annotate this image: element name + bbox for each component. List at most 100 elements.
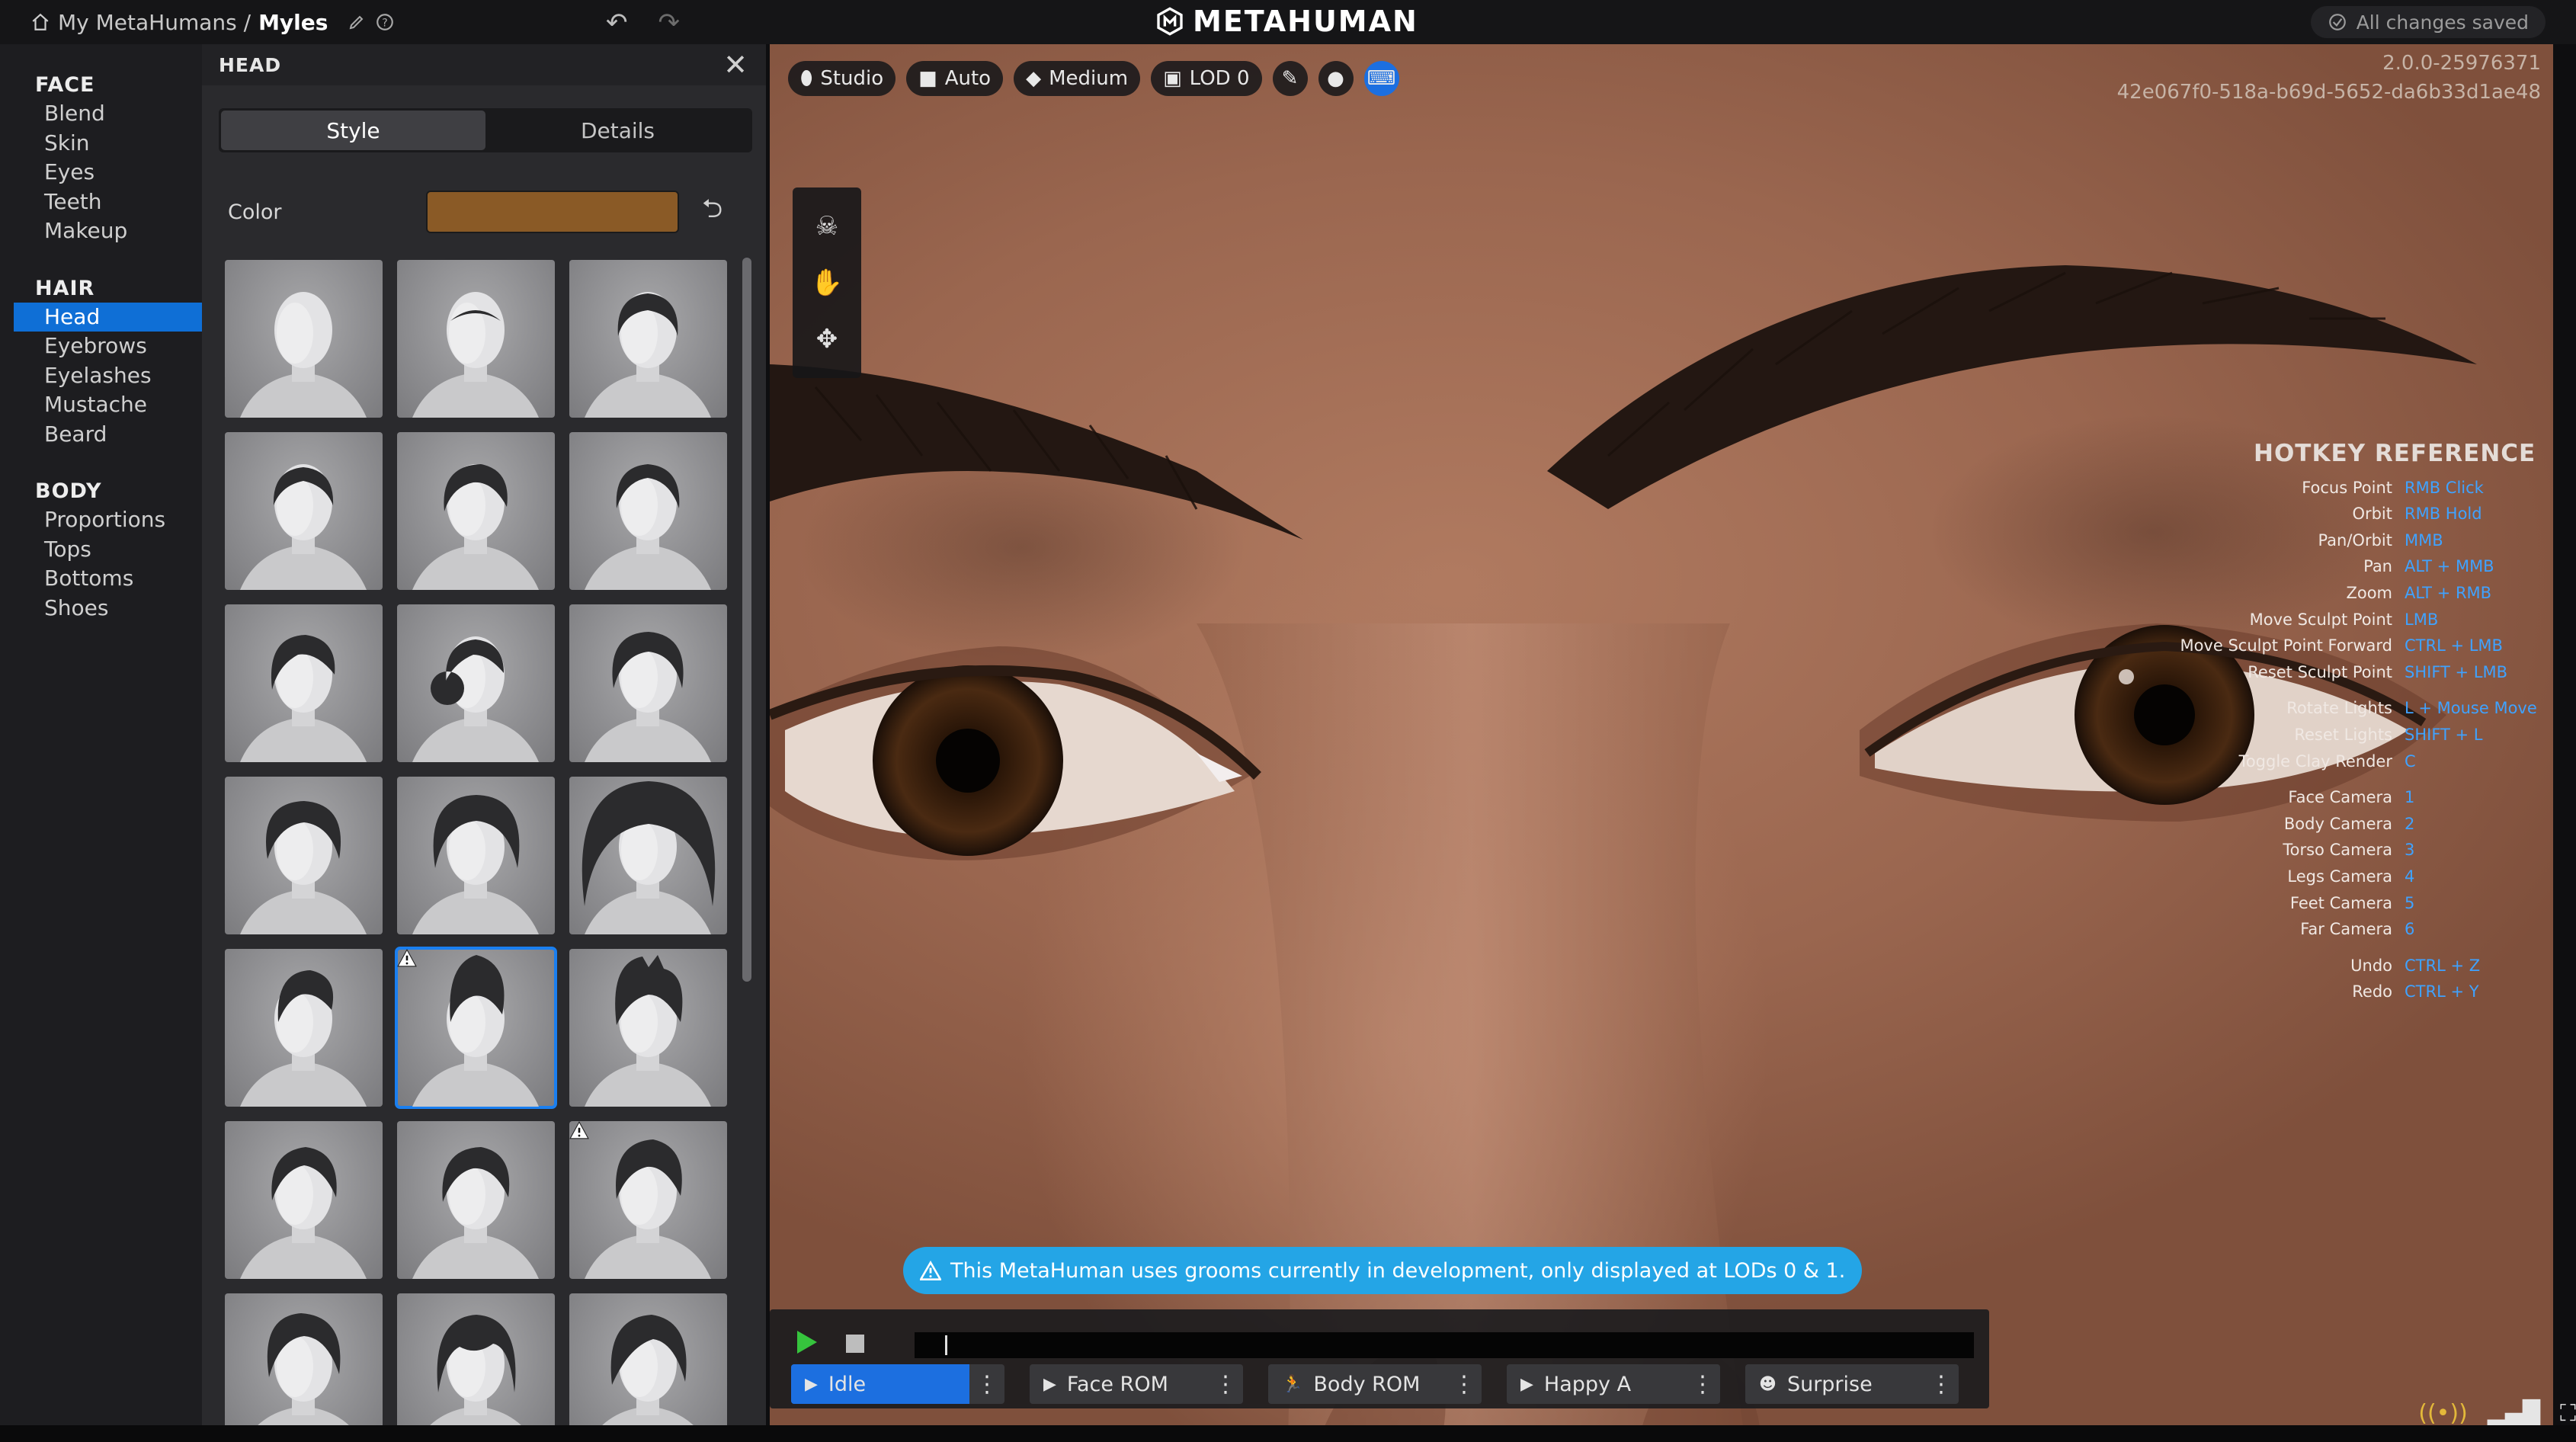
lod-dropdown[interactable]: ▣ LOD 0 [1151, 61, 1262, 96]
animation-preset-button[interactable]: ☻ Surprise [1745, 1364, 1924, 1404]
playhead[interactable] [945, 1335, 947, 1355]
play-icon[interactable] [796, 1329, 819, 1355]
hair-style-tile[interactable] [569, 260, 727, 418]
hair-style-tile[interactable] [225, 260, 383, 418]
animation-preset-face-rom[interactable]: ▶ Face ROM ⋮ [1030, 1364, 1243, 1404]
animation-preset-button[interactable]: ▶ Idle [791, 1364, 969, 1404]
broadcast-icon[interactable]: ((•)) [2418, 1400, 2468, 1427]
animation-preset-happy-a[interactable]: ▶ Happy A ⋮ [1507, 1364, 1720, 1404]
nav-item-head[interactable]: Head [14, 302, 202, 332]
nav-item-eyelashes[interactable]: Eyelashes [0, 361, 202, 391]
nav-item-eyebrows[interactable]: Eyebrows [0, 332, 202, 361]
breadcrumb-root[interactable]: My MetaHumans / [58, 10, 251, 35]
nav-item-bottoms[interactable]: Bottoms [0, 564, 202, 594]
nav-item-eyes[interactable]: Eyes [0, 158, 202, 187]
hair-style-tile[interactable] [397, 260, 555, 418]
more-options-icon[interactable]: ⋮ [1685, 1371, 1720, 1398]
timeline-track[interactable] [915, 1332, 1974, 1358]
animation-preset-button[interactable]: ▶ Face ROM [1030, 1364, 1208, 1404]
nav-item-proportions[interactable]: Proportions [0, 505, 202, 535]
more-options-icon[interactable]: ⋮ [1447, 1371, 1482, 1398]
reset-icon[interactable]: ⮌ [702, 191, 722, 234]
hotkey-row: Rotate Lights L + Mouse Move [2134, 695, 2546, 722]
hair-style-thumbnail [245, 1313, 362, 1442]
hotkey-action: Orbit [2352, 505, 2392, 524]
help-icon[interactable]: ? [375, 12, 395, 32]
stats-icon[interactable]: ▂▄█ [2488, 1400, 2540, 1427]
fullscreen-icon[interactable]: ⛶ [2560, 1400, 2576, 1427]
close-icon[interactable]: ✕ [723, 50, 748, 79]
nav-item-mustache[interactable]: Mustache [0, 390, 202, 420]
lighting-dropdown[interactable]: ⬮ Studio [788, 61, 896, 96]
hair-style-tile[interactable] [569, 777, 727, 934]
skull-icon[interactable]: ☠ [815, 211, 838, 242]
hair-style-tile[interactable] [225, 1121, 383, 1279]
hair-style-tile[interactable] [397, 432, 555, 590]
hair-color-swatch[interactable] [426, 191, 679, 233]
hair-style-tile[interactable] [397, 1121, 555, 1279]
lod-label: LOD 0 [1189, 67, 1250, 90]
animation-preset-surprise[interactable]: ☻ Surprise ⋮ [1745, 1364, 1959, 1404]
home-icon[interactable] [30, 12, 50, 32]
hair-style-tile[interactable] [397, 1293, 555, 1442]
tab-style[interactable]: Style [221, 111, 485, 150]
more-options-icon[interactable]: ⋮ [1924, 1371, 1959, 1398]
sculpt-hand-icon[interactable]: ✋ [811, 268, 843, 298]
hair-style-tile[interactable] [397, 604, 555, 762]
warning-icon [569, 1121, 589, 1139]
hair-style-tile[interactable] [225, 777, 383, 934]
hotkey-action: Feet Camera [2289, 893, 2392, 912]
head-icon: ● [1327, 67, 1344, 90]
nav-item-beard[interactable]: Beard [0, 420, 202, 450]
redo-icon[interactable]: ↷ [658, 8, 681, 38]
animation-preset-button[interactable]: 🏃 Body ROM [1268, 1364, 1447, 1404]
camera-dropdown[interactable]: ■ Auto [906, 61, 1004, 96]
hair-style-tile[interactable] [225, 604, 383, 762]
viewport[interactable]: ⬮ Studio ■ Auto ◆ Medium ▣ LOD 0 ✎ ● ⌨ 2… [770, 44, 2553, 1442]
camera-label: Auto [944, 67, 992, 90]
hair-style-tile[interactable] [569, 1121, 727, 1279]
panel-tabs: Style Details [219, 108, 752, 152]
more-options-icon[interactable]: ⋮ [1208, 1371, 1243, 1398]
nav-item-shoes[interactable]: Shoes [0, 594, 202, 623]
nav-item-tops[interactable]: Tops [0, 535, 202, 565]
hair-style-tile[interactable] [397, 777, 555, 934]
hair-style-tile[interactable] [569, 432, 727, 590]
animation-preset-idle[interactable]: ▶ Idle ⋮ [791, 1364, 1004, 1404]
hair-style-tile[interactable] [225, 949, 383, 1107]
animation-timeline: ▶ Idle ⋮ ▶ Face ROM ⋮ 🏃 Body ROM ⋮ ▶ Happy A ⋮ ☻ Surp… [770, 1309, 1989, 1408]
quality-label: Medium [1049, 67, 1129, 90]
more-options-icon[interactable]: ⋮ [969, 1371, 1004, 1398]
hair-style-tile[interactable] [569, 949, 727, 1107]
quality-dropdown[interactable]: ◆ Medium [1014, 61, 1141, 96]
scrollbar[interactable] [742, 258, 751, 982]
tab-details[interactable]: Details [485, 111, 750, 150]
edit-icon[interactable] [348, 13, 366, 31]
hair-style-tile[interactable] [569, 604, 727, 762]
scrollbar-thumb[interactable] [742, 258, 751, 982]
keyboard-button[interactable]: ⌨ [1363, 61, 1399, 96]
hair-style-tile[interactable] [569, 1293, 727, 1442]
hotkey-key: 3 [2405, 841, 2415, 860]
nav-item-blend[interactable]: Blend [0, 99, 202, 129]
hair-style-tile[interactable] [225, 1293, 383, 1442]
brush-button[interactable]: ✎ [1272, 61, 1308, 96]
nav-item-skin[interactable]: Skin [0, 129, 202, 159]
nav-item-teeth[interactable]: Teeth [0, 187, 202, 217]
undo-icon[interactable]: ↶ [606, 8, 628, 38]
animation-preset-label: Body ROM [1313, 1372, 1421, 1396]
clay-render-button[interactable]: ● [1318, 61, 1354, 96]
animation-preset-body-rom[interactable]: 🏃 Body ROM ⋮ [1268, 1364, 1482, 1404]
animation-preset-button[interactable]: ▶ Happy A [1507, 1364, 1685, 1404]
hotkey-group-gap [2134, 943, 2546, 953]
hair-style-tile[interactable] [395, 947, 557, 1109]
hair-style-thumbnail [240, 1147, 367, 1279]
groom-warning-text: This MetaHuman uses grooms currently in … [950, 1258, 1846, 1283]
panel-title: HEAD [219, 53, 282, 76]
stop-icon[interactable] [846, 1335, 864, 1353]
hair-style-tile[interactable] [225, 432, 383, 590]
svg-text:?: ? [383, 17, 388, 29]
move-icon[interactable]: ✥ [816, 324, 838, 354]
nav-item-makeup[interactable]: Makeup [0, 216, 202, 246]
hotkey-row: Far Camera 6 [2134, 916, 2546, 943]
